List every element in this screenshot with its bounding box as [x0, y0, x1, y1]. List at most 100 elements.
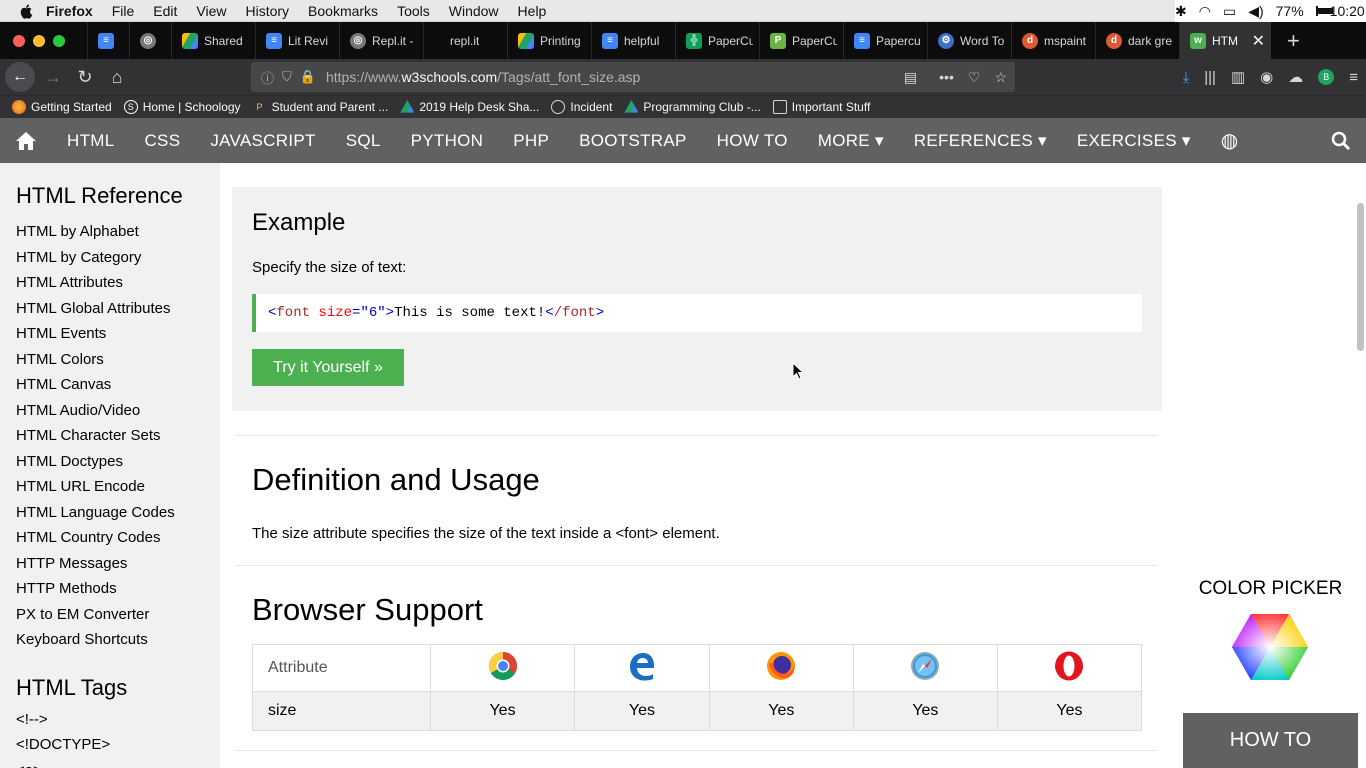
sidebar-link[interactable]: HTML Country Codes — [0, 525, 220, 551]
browser-tab[interactable]: ≡ — [87, 22, 129, 59]
bookmark-item[interactable]: 2019 Help Desk Sha... — [400, 100, 539, 114]
menu-icon[interactable]: ≡ — [1349, 69, 1358, 86]
bookmark-folder[interactable]: Important Stuff — [772, 100, 870, 114]
browser-tab[interactable]: d mspaint — [1011, 22, 1095, 59]
sidebar-link[interactable]: HTTP Messages — [0, 551, 220, 577]
nav-javascript[interactable]: JAVASCRIPT — [195, 118, 330, 163]
sidebar-link[interactable]: HTML Audio/Video — [0, 398, 220, 424]
url-text[interactable]: https://www.w3schools.com/Tags/att_font_… — [326, 69, 640, 85]
menu-app[interactable]: Firefox — [46, 3, 93, 19]
color-picker-icon[interactable] — [1231, 613, 1309, 681]
back-button[interactable]: ← — [5, 62, 35, 92]
nav-howto[interactable]: HOW TO — [702, 118, 803, 163]
browser-tab[interactable]: Shared — [171, 22, 255, 59]
bookmark-item[interactable]: P Student and Parent ... — [253, 100, 389, 114]
menu-edit[interactable]: Edit — [153, 3, 177, 19]
minimize-window-button[interactable] — [33, 34, 45, 47]
sidebar-link[interactable]: <!--> — [0, 707, 220, 733]
nav-php[interactable]: PHP — [498, 118, 564, 163]
browser-tab[interactable]: P PaperCu — [759, 22, 843, 59]
nav-more[interactable]: MORE ▾ — [803, 118, 899, 163]
menu-tools[interactable]: Tools — [397, 3, 430, 19]
battery-percent[interactable]: 77% — [1276, 3, 1304, 19]
menu-view[interactable]: View — [196, 3, 226, 19]
library-icon[interactable]: ||| — [1204, 69, 1216, 86]
bookmark-item[interactable]: S Home | Schoology — [123, 100, 241, 114]
browser-tab[interactable]: repl.it — [423, 22, 507, 59]
browser-tab[interactable]: ⚙ Word To — [927, 22, 1011, 59]
reader-view-icon[interactable]: ▤ — [904, 69, 917, 86]
extension-green-icon[interactable]: B — [1318, 69, 1335, 85]
nav-html[interactable]: HTML — [52, 118, 129, 163]
menu-help[interactable]: Help — [518, 3, 547, 19]
close-tab-icon[interactable]: ✕ — [1252, 31, 1265, 51]
home-button[interactable]: ⌂ — [101, 67, 133, 88]
sidebar-link[interactable]: <!DOCTYPE> — [0, 732, 220, 758]
browser-tab[interactable]: ╬ PaperCu — [675, 22, 759, 59]
volume-icon[interactable]: ◀) — [1248, 3, 1263, 20]
scrollbar-thumb[interactable] — [1357, 203, 1364, 351]
close-window-button[interactable] — [13, 34, 25, 47]
howto-banner[interactable]: HOW TO — [1183, 713, 1358, 768]
browser-tab[interactable]: ≡ Lit Revi — [255, 22, 339, 59]
sidebar-link[interactable]: HTML Canvas — [0, 372, 220, 398]
sidebar-link[interactable]: HTML by Category — [0, 245, 220, 271]
menu-file[interactable]: File — [112, 3, 135, 19]
pocket-icon[interactable]: ♡ — [968, 69, 981, 86]
search-icon[interactable] — [1316, 118, 1366, 163]
sidebar-link[interactable]: HTML Events — [0, 321, 220, 347]
url-bar[interactable]: ⓘ ⛉ 🔒 https://www.w3schools.com/Tags/att… — [251, 62, 1015, 92]
color-picker-title[interactable]: COLOR PICKER — [1175, 578, 1366, 600]
wifi-icon[interactable]: ◠ — [1199, 3, 1211, 20]
zoom-window-button[interactable] — [53, 34, 65, 47]
sidebar-link[interactable]: HTML Doctypes — [0, 449, 220, 475]
bookmark-item[interactable]: Programming Club -... — [624, 100, 761, 114]
browser-tab-active[interactable]: w HTM ✕ — [1179, 22, 1271, 59]
home-link[interactable] — [0, 118, 52, 163]
browser-tab[interactable]: Printing — [507, 22, 591, 59]
sidebar-link[interactable]: HTML Language Codes — [0, 500, 220, 526]
sidebar-link[interactable]: HTML Attributes — [0, 270, 220, 296]
nav-python[interactable]: PYTHON — [396, 118, 499, 163]
try-it-yourself-button[interactable]: Try it Yourself » — [252, 349, 404, 386]
bookmark-item[interactable]: Incident — [551, 100, 612, 114]
browser-tab[interactable]: ≡ helpful — [591, 22, 675, 59]
sidebar-link[interactable]: HTML Character Sets — [0, 423, 220, 449]
lock-icon[interactable]: 🔒 — [300, 69, 316, 85]
extension-icon[interactable]: ☁ — [1288, 68, 1303, 86]
bluetooth-icon[interactable]: ✱ — [1175, 3, 1187, 20]
sidebar-link[interactable]: HTML Colors — [0, 347, 220, 373]
sidebar-link[interactable]: HTTP Methods — [0, 576, 220, 602]
bookmark-star-icon[interactable]: ☆ — [994, 69, 1007, 86]
battery-icon[interactable] — [1315, 6, 1333, 16]
sidebar-icon[interactable]: ▥ — [1231, 68, 1245, 86]
bookmark-item[interactable]: Getting Started — [12, 100, 112, 114]
reload-button[interactable]: ↻ — [69, 67, 101, 88]
sidebar-link[interactable]: Keyboard Shortcuts — [0, 627, 220, 653]
nav-exercises[interactable]: EXERCISES ▾ — [1062, 118, 1206, 163]
sidebar-link[interactable]: <a> — [0, 758, 220, 768]
nav-sql[interactable]: SQL — [331, 118, 396, 163]
sidebar-link[interactable]: HTML URL Encode — [0, 474, 220, 500]
forward-button[interactable]: → — [37, 67, 69, 88]
globe-icon[interactable]: ◍ — [1206, 118, 1254, 163]
new-tab-button[interactable]: + — [1287, 28, 1300, 54]
browser-tab[interactable]: d dark gre — [1095, 22, 1179, 59]
nav-bootstrap[interactable]: BOOTSTRAP — [564, 118, 702, 163]
page-actions-icon[interactable]: ••• — [939, 69, 954, 86]
sidebar-link[interactable]: PX to EM Converter — [0, 602, 220, 628]
sidebar-link[interactable]: HTML Global Attributes — [0, 296, 220, 322]
menu-window[interactable]: Window — [449, 3, 499, 19]
info-icon[interactable]: ⓘ — [261, 68, 274, 87]
sidebar-link[interactable]: HTML by Alphabet — [0, 219, 220, 245]
airplay-icon[interactable]: ▭ — [1223, 3, 1236, 20]
account-icon[interactable]: ◉ — [1260, 68, 1273, 86]
downloads-icon[interactable]: ⤓ — [1183, 69, 1190, 86]
shield-icon[interactable]: ⛉ — [282, 69, 292, 85]
nav-css[interactable]: CSS — [129, 118, 195, 163]
browser-tab[interactable]: ≡ Papercu — [843, 22, 927, 59]
nav-references[interactable]: REFERENCES ▾ — [899, 118, 1062, 163]
browser-tab[interactable]: ◎ Repl.it - — [339, 22, 423, 59]
browser-tab[interactable]: ◎ — [129, 22, 171, 59]
apple-icon[interactable] — [19, 3, 35, 19]
